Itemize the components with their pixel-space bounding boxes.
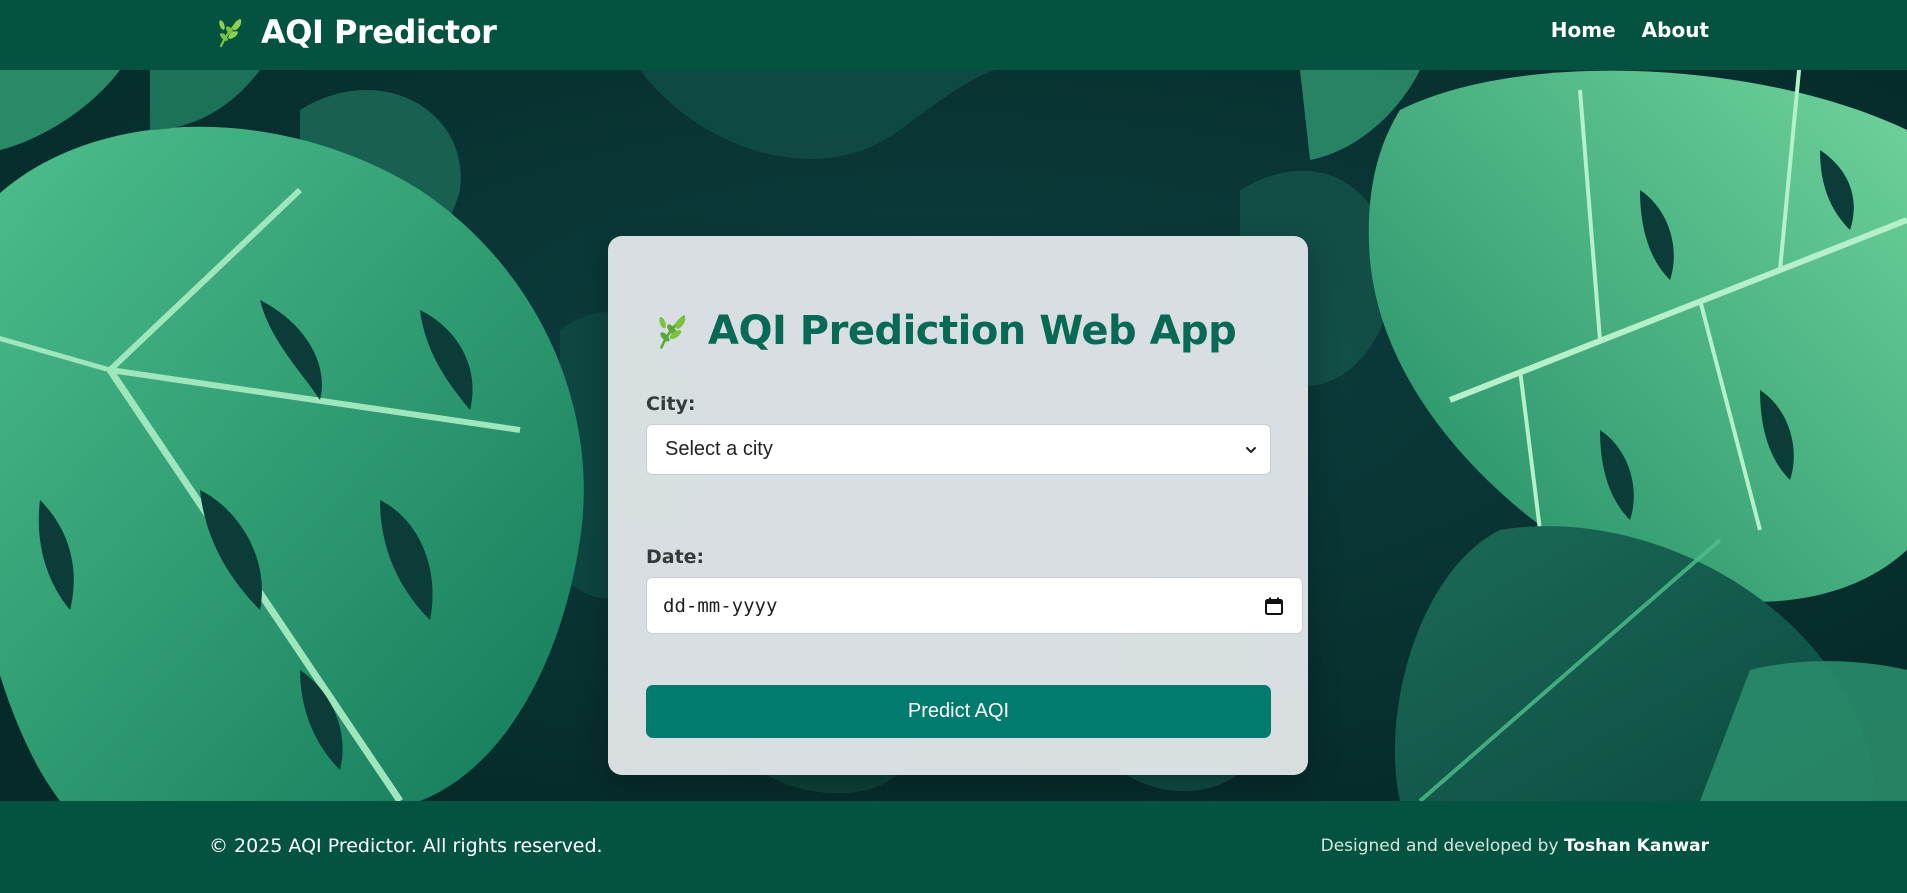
city-select[interactable]: Select a city xyxy=(646,424,1271,475)
footer-copyright: © 2025 AQI Predictor. All rights reserve… xyxy=(209,835,603,857)
navbar: AQI Predictor Home About xyxy=(0,0,1907,70)
footer: © 2025 AQI Predictor. All rights reserve… xyxy=(0,801,1907,893)
calendar-icon[interactable] xyxy=(1264,596,1284,616)
leaf-sprig-icon xyxy=(659,315,686,349)
nav-link-about[interactable]: About xyxy=(1642,18,1709,42)
date-input[interactable]: dd-mm-yyyy xyxy=(646,577,1303,634)
date-input-placeholder: dd-mm-yyyy xyxy=(663,594,778,617)
hero-section: AQI Prediction Web App City: Select a ci… xyxy=(0,70,1907,801)
card-title-text: AQI Prediction Web App xyxy=(708,308,1237,354)
card-title: AQI Prediction Web App xyxy=(652,308,1237,354)
date-label: Date: xyxy=(646,546,705,568)
brand[interactable]: AQI Predictor xyxy=(213,12,497,52)
chevron-down-icon xyxy=(1246,447,1256,453)
leaf-sprig-icon xyxy=(219,18,242,48)
footer-credit: Designed and developed by Toshan Kanwar xyxy=(1321,836,1709,856)
predict-aqi-button[interactable]: Predict AQI xyxy=(646,685,1271,738)
city-label: City: xyxy=(646,393,696,415)
city-select-value: Select a city xyxy=(665,438,773,460)
footer-credit-prefix: Designed and developed by xyxy=(1320,836,1564,856)
nav-link-home[interactable]: Home xyxy=(1551,18,1616,42)
prediction-card: AQI Prediction Web App City: Select a ci… xyxy=(608,236,1308,775)
nav-links: Home About xyxy=(1551,18,1709,42)
footer-author: Toshan Kanwar xyxy=(1563,836,1709,856)
brand-title: AQI Predictor xyxy=(261,13,497,51)
